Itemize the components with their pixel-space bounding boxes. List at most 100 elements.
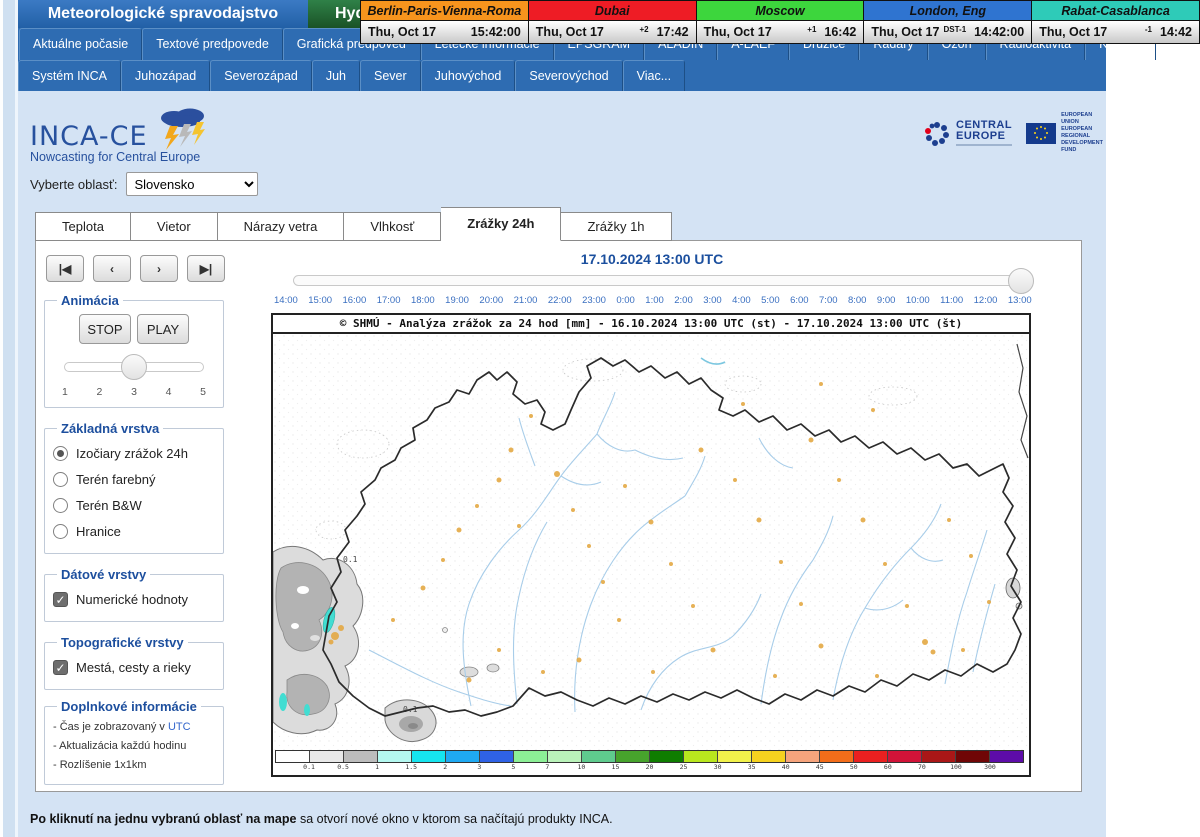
eu-text-line2: EUROPEAN REGIONAL bbox=[1061, 126, 1106, 140]
primary-nav-tab[interactable]: Textové predpovede bbox=[142, 28, 283, 60]
inca-brand: INCA-CE Nowcasting for Central Europe bbox=[30, 108, 214, 164]
timeline-tick-label: 10:00 bbox=[906, 295, 930, 306]
timeline-tick-label: 11:00 bbox=[940, 295, 963, 306]
clock-utc-offset: DST-1 bbox=[943, 25, 966, 34]
clock-city-name: Moscow bbox=[697, 1, 864, 21]
stop-button[interactable]: STOP bbox=[79, 314, 131, 344]
secondary-nav-tab[interactable]: Severovýchod bbox=[515, 60, 622, 91]
color-scale-bar bbox=[275, 750, 1024, 763]
animation-speed-label: 1 bbox=[62, 386, 68, 398]
region-select-row: Vyberte oblasť: Slovensko bbox=[30, 172, 258, 196]
timeline-tick-label: 7:00 bbox=[819, 295, 838, 306]
eu-text-line1: EUROPEAN UNION bbox=[1061, 112, 1106, 126]
clock-time-row: Thu, Oct 17 -1 14:42 bbox=[1032, 21, 1199, 43]
time-slider-handle[interactable] bbox=[1008, 268, 1034, 294]
radio-icon[interactable] bbox=[53, 472, 68, 487]
radio-hranice[interactable]: Hranice bbox=[53, 518, 215, 544]
animation-legend: Animácia bbox=[57, 293, 123, 308]
footer-note-bold: Po kliknutí na jednu vybranú oblasť na m… bbox=[30, 812, 296, 826]
precipitation-map[interactable]: © SHMÚ - Analýza zrážok za 24 hod [mm] -… bbox=[271, 313, 1031, 777]
checkbox-mesta-cesty-rieky[interactable]: ✓ Mestá, cesty a rieky bbox=[53, 654, 215, 680]
timeline-tick-label: 9:00 bbox=[877, 295, 896, 306]
info-line-update: - Aktualizácia každú hodinu bbox=[53, 737, 215, 756]
radio-teren-farebny[interactable]: Terén farebný bbox=[53, 466, 215, 492]
clock-time: 14:42 bbox=[1160, 25, 1192, 39]
partner-logos: CENTRAL EUROPE EUROPEAN UNION EUROPEAN R… bbox=[923, 112, 1106, 154]
tab-vietor[interactable]: Vietor bbox=[131, 212, 218, 241]
radio-icon[interactable] bbox=[53, 446, 68, 461]
primary-nav-tab[interactable]: Aktuálne počasie bbox=[19, 28, 142, 60]
clock-cell: Dubai Thu, Oct 17 +2 17:42 bbox=[529, 1, 697, 43]
secondary-nav-tab[interactable]: Sever bbox=[360, 60, 421, 91]
inca-cloud-lightning-icon bbox=[152, 108, 214, 152]
tab-narazy-vetra[interactable]: Nárazy vetra bbox=[218, 212, 345, 241]
radio-icon[interactable] bbox=[53, 524, 68, 539]
radio-izociary-zrazok[interactable]: Izočiary zrážok 24h bbox=[53, 440, 215, 466]
clock-cell: Berlin-Paris-Vienna-Roma Thu, Oct 17 15:… bbox=[361, 1, 529, 43]
page-left-margin bbox=[0, 0, 18, 837]
secondary-nav-tab[interactable]: Juhovýchod bbox=[421, 60, 516, 91]
clock-time-row: Thu, Oct 17 15:42:00 bbox=[361, 21, 528, 43]
color-scale-segment bbox=[310, 751, 344, 762]
time-slider[interactable] bbox=[293, 275, 1023, 286]
info-line-resolution: - Rozlíšenie 1x1km bbox=[53, 756, 215, 775]
timeline-tick-label: 21:00 bbox=[514, 295, 538, 306]
timeline-tick-label: 17:00 bbox=[377, 295, 401, 306]
play-button[interactable]: PLAY bbox=[137, 314, 189, 344]
timeline-tick-label: 15:00 bbox=[308, 295, 332, 306]
secondary-nav-tab[interactable]: Juh bbox=[312, 60, 360, 91]
step-forward-button[interactable]: › bbox=[140, 255, 178, 282]
timeline-tick-label: 5:00 bbox=[761, 295, 780, 306]
secondary-nav-tab[interactable]: Systém INCA bbox=[18, 60, 121, 91]
player-buttons: |◀ ‹ › ▶| bbox=[46, 255, 225, 282]
map-controls: Animácia STOP PLAY 12345 Základná vrstva… bbox=[44, 293, 224, 785]
region-select[interactable]: Slovensko bbox=[126, 172, 258, 196]
secondary-nav-tab[interactable]: Severozápad bbox=[210, 60, 312, 91]
tab-teplota[interactable]: Teplota bbox=[35, 212, 131, 241]
animation-speed-labels: 12345 bbox=[62, 386, 206, 398]
precip-color-scale: 0.10.511.5235710152025303540455060701003… bbox=[275, 750, 1024, 773]
clock-utc-offset: +1 bbox=[807, 25, 816, 34]
skip-first-button[interactable]: |◀ bbox=[46, 255, 84, 282]
timeline-tick-label: 8:00 bbox=[848, 295, 867, 306]
world-clock-widget: Berlin-Paris-Vienna-Roma Thu, Oct 17 15:… bbox=[360, 0, 1200, 44]
map-canvas: 0.1 0.1 bbox=[273, 334, 1029, 750]
clock-time: 14:42:00 bbox=[974, 25, 1024, 39]
color-scale-value: 300 bbox=[984, 763, 996, 771]
animation-speed-label: 2 bbox=[97, 386, 103, 398]
color-scale-segment bbox=[616, 751, 650, 762]
step-back-button[interactable]: ‹ bbox=[93, 255, 131, 282]
utc-link[interactable]: UTC bbox=[168, 721, 191, 733]
clock-date: Thu, Oct 17 bbox=[871, 25, 943, 39]
product-panel: |◀ ‹ › ▶| 17.10.2024 13:00 UTC 14:0015:0… bbox=[35, 240, 1082, 792]
checkbox-checked-icon[interactable]: ✓ bbox=[53, 660, 68, 675]
color-scale-segment bbox=[956, 751, 990, 762]
data-layers-legend: Dátové vrstvy bbox=[57, 567, 150, 582]
skip-last-button[interactable]: ▶| bbox=[187, 255, 225, 282]
clock-time-row: Thu, Oct 17 DST-1 14:42:00 bbox=[864, 21, 1031, 43]
secondary-nav-tab[interactable]: Viac... bbox=[623, 60, 686, 91]
clock-time: 17:42 bbox=[657, 25, 689, 39]
animation-speed-slider[interactable] bbox=[64, 362, 204, 372]
timeline-tick-label: 1:00 bbox=[645, 295, 664, 306]
color-scale-segment bbox=[582, 751, 616, 762]
tab-vlhkost[interactable]: Vlhkosť bbox=[344, 212, 441, 241]
tab-zrazky-24h[interactable]: Zrážky 24h bbox=[441, 207, 561, 241]
eu-logo: EUROPEAN UNION EUROPEAN REGIONAL DEVELOP… bbox=[1026, 112, 1106, 154]
clock-time: 16:42 bbox=[824, 25, 856, 39]
checkbox-numericke-hodnoty[interactable]: ✓ Numerické hodnoty bbox=[53, 586, 215, 612]
radio-teren-bw[interactable]: Terén B&W bbox=[53, 492, 215, 518]
color-scale-segment bbox=[684, 751, 718, 762]
precip-value-label: 0.1 bbox=[343, 555, 358, 564]
color-scale-segment bbox=[378, 751, 412, 762]
timeline-tick-label: 2:00 bbox=[674, 295, 693, 306]
animation-speed-handle[interactable] bbox=[121, 354, 147, 380]
tab-zrazky-1h[interactable]: Zrážky 1h bbox=[561, 212, 671, 241]
checkbox-checked-icon[interactable]: ✓ bbox=[53, 592, 68, 607]
secondary-nav-tab[interactable]: Juhozápad bbox=[121, 60, 210, 91]
radio-icon[interactable] bbox=[53, 498, 68, 513]
color-scale-labels: 0.10.511.5235710152025303540455060701003… bbox=[275, 763, 990, 772]
clock-city-name: Berlin-Paris-Vienna-Roma bbox=[361, 1, 528, 21]
timeline-tick-label: 0:00 bbox=[616, 295, 635, 306]
timeline-current-datetime: 17.10.2024 13:00 UTC bbox=[273, 251, 1031, 267]
